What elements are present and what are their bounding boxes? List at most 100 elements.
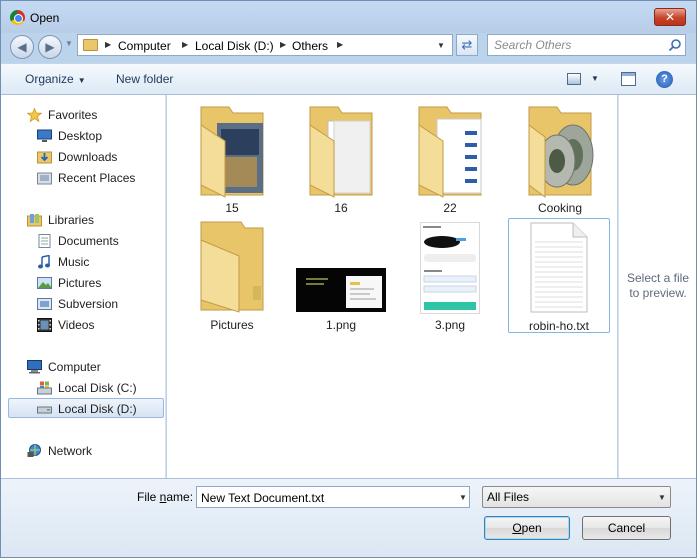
breadcrumb-computer[interactable]: Computer — [118, 39, 171, 53]
chevron-down-icon: ▼ — [77, 76, 86, 85]
nav-network[interactable]: Network — [1, 441, 165, 461]
nav-pictures[interactable]: Pictures — [1, 273, 165, 293]
nav-recent-places-label: Recent Places — [58, 171, 136, 185]
search-icon[interactable] — [668, 38, 682, 52]
change-view-icon[interactable] — [567, 73, 581, 85]
documents-icon — [38, 234, 51, 248]
nav-favorites[interactable]: Favorites — [1, 105, 165, 125]
file-type-select[interactable]: All Files ▼ — [482, 486, 671, 508]
nav-favorites-label: Favorites — [48, 108, 98, 122]
file-item-folder-pictures[interactable]: Pictures — [181, 218, 283, 332]
computer-icon — [27, 360, 42, 374]
folder-icon — [200, 106, 264, 198]
file-name-label-part: ame: — [166, 490, 194, 504]
preview-pane-icon[interactable] — [621, 72, 636, 86]
pictures-icon — [37, 277, 52, 289]
nav-subversion[interactable]: Subversion — [1, 294, 165, 314]
bottom-panel: File name: New Text Document.txt ▼ All F… — [1, 478, 696, 557]
open-button-label: pen — [521, 521, 542, 535]
file-name: 3.png — [434, 318, 466, 332]
nav-network-label: Network — [48, 444, 93, 458]
window-title: Open — [30, 11, 60, 25]
view-dropdown-icon[interactable]: ▼ — [591, 74, 599, 83]
breadcrumb-local-disk[interactable]: Local Disk (D:) — [195, 39, 274, 53]
breadcrumb-arrow-icon: ▶ — [105, 40, 112, 49]
libraries-icon — [27, 214, 42, 227]
file-item-text-robin-ho[interactable]: robin-ho.txt — [508, 218, 610, 333]
nav-local-disk-d-label: Local Disk (D:) — [58, 402, 137, 416]
toolbar: Organize ▼ New folder ▼ ? — [1, 63, 696, 95]
folder-icon — [528, 106, 594, 198]
nav-music[interactable]: Music — [1, 252, 165, 272]
file-name-input[interactable]: New Text Document.txt ▼ — [196, 486, 470, 508]
folder-icon — [83, 39, 98, 51]
arrow-left-icon: ◀ — [17, 40, 27, 54]
file-item-image-1[interactable]: 1.png — [290, 218, 392, 332]
chevron-down-icon[interactable]: ▼ — [459, 493, 467, 502]
new-folder-button[interactable]: New folder — [116, 72, 173, 86]
breadcrumb-others[interactable]: Others — [292, 39, 328, 53]
chevron-down-icon: ▼ — [658, 493, 666, 502]
nav-local-disk-d[interactable]: Local Disk (D:) — [8, 398, 164, 418]
breadcrumb-arrow-icon: ▶ — [182, 40, 189, 49]
nav-computer[interactable]: Computer — [1, 357, 165, 377]
file-item-folder-cooking[interactable]: Cooking — [509, 101, 611, 215]
breadcrumb-arrow-icon: ▶ — [337, 40, 344, 49]
help-icon[interactable]: ? — [656, 71, 673, 88]
cancel-button[interactable]: Cancel — [582, 516, 671, 540]
open-button-accel: O — [512, 521, 522, 535]
videos-icon — [37, 318, 52, 332]
navigation-pane: Favorites Desktop Downloads Recent Place… — [1, 95, 166, 478]
nav-videos-label: Videos — [58, 318, 95, 332]
preview-message: Select a file to preview. — [619, 271, 697, 301]
preview-line-1: Select a file — [626, 271, 690, 285]
recent-places-icon — [37, 172, 52, 185]
organize-label: Organize — [25, 72, 74, 86]
nav-documents[interactable]: Documents — [1, 231, 165, 251]
search-input[interactable]: Search Others — [487, 34, 686, 56]
file-name: robin-ho.txt — [528, 319, 590, 333]
open-button[interactable]: Open — [484, 516, 570, 540]
nav-subversion-label: Subversion — [58, 297, 119, 311]
subversion-library-icon — [37, 298, 52, 310]
nav-downloads[interactable]: Downloads — [1, 147, 165, 167]
folder-icon — [309, 106, 373, 198]
nav-recent-places[interactable]: Recent Places — [1, 168, 165, 188]
nav-desktop[interactable]: Desktop — [1, 126, 165, 146]
nav-downloads-label: Downloads — [58, 150, 118, 164]
file-name-label-part: File — [137, 490, 160, 504]
recent-locations-chevron-icon[interactable]: ▼ — [65, 39, 73, 48]
refresh-icon: ⇄ — [461, 37, 473, 52]
open-dialog: Open ✕ ◀ ▶ ▼ ▶ Computer ▶ Local Disk (D:… — [0, 0, 697, 558]
file-item-folder-22[interactable]: 22 — [399, 101, 501, 215]
folder-icon — [418, 106, 482, 198]
nav-libraries[interactable]: Libraries — [1, 210, 165, 230]
nav-documents-label: Documents — [58, 234, 119, 248]
address-dropdown-icon[interactable]: ▼ — [437, 41, 445, 50]
folder-icon — [200, 221, 264, 313]
nav-music-label: Music — [58, 255, 90, 269]
close-button[interactable]: ✕ — [654, 8, 686, 26]
address-bar[interactable]: ▶ Computer ▶ Local Disk (D:) ▶ Others ▶ … — [77, 34, 453, 56]
network-icon — [27, 444, 41, 457]
nav-videos[interactable]: Videos — [1, 315, 165, 335]
file-name: 1.png — [325, 318, 357, 332]
preview-pane: Select a file to preview. — [618, 95, 696, 478]
music-icon — [38, 255, 50, 269]
file-item-folder-15[interactable]: 15 — [181, 101, 283, 215]
file-item-folder-16[interactable]: 16 — [290, 101, 392, 215]
breadcrumb-arrow-icon: ▶ — [280, 40, 287, 49]
image-thumbnail — [296, 268, 386, 312]
file-name: Cooking — [537, 201, 583, 215]
desktop-icon — [37, 129, 52, 142]
organize-button[interactable]: Organize ▼ — [25, 72, 86, 86]
back-button[interactable]: ◀ — [10, 35, 34, 59]
forward-button[interactable]: ▶ — [38, 35, 62, 59]
search-placeholder: Search Others — [494, 38, 572, 52]
nav-local-disk-c-label: Local Disk (C:) — [58, 381, 137, 395]
file-name: Pictures — [210, 318, 254, 332]
file-type-value: All Files — [487, 490, 530, 504]
file-item-image-3[interactable]: 3.png — [399, 218, 501, 332]
nav-local-disk-c[interactable]: Local Disk (C:) — [1, 378, 165, 398]
refresh-button[interactable]: ⇄ — [456, 34, 478, 56]
